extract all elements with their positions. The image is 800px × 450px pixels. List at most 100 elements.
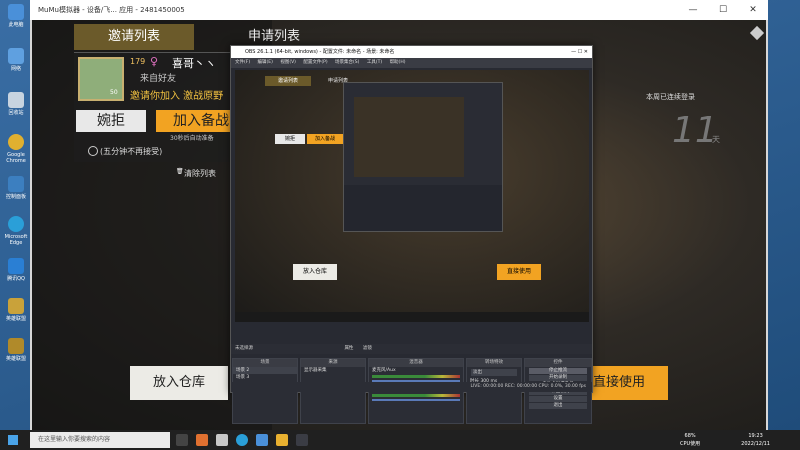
scenes-header: 场景 bbox=[233, 359, 297, 367]
control-panel-icon bbox=[8, 176, 24, 192]
no-accept-radio[interactable] bbox=[88, 146, 98, 156]
emulator-titlebar: MuMu模拟器 - 设备/飞... 应用 - 2481450005 — ☐ ✕ bbox=[30, 0, 768, 20]
maximize-button[interactable]: ☐ bbox=[708, 0, 738, 20]
preview-refuse: 婉拒 bbox=[275, 134, 305, 144]
clear-list-button[interactable]: 清除列表 bbox=[184, 168, 216, 179]
desktop-icon-label: 英雄联盟 bbox=[5, 356, 26, 362]
edge-icon[interactable] bbox=[236, 434, 248, 446]
menu-edit[interactable]: 编辑(E) bbox=[258, 60, 273, 65]
desktop-icon-chrome[interactable]: Google Chrome bbox=[2, 134, 30, 164]
preview-join: 加入备战 bbox=[307, 134, 343, 144]
streak-unit: 天 bbox=[712, 135, 720, 144]
mixer-header: 混音器 bbox=[369, 359, 463, 367]
put-warehouse-button[interactable]: 放入仓库 bbox=[130, 366, 228, 400]
invite-source: 来自好友 bbox=[140, 74, 177, 84]
obs-menubar: 文件(F) 编辑(E) 视图(V) 配置文件(P) 场景集合(S) 工具(T) … bbox=[231, 58, 592, 68]
desktop-icon-edge[interactable]: Microsoft Edge bbox=[2, 216, 30, 246]
desktop-icon-label: 此电脑 bbox=[8, 22, 24, 28]
taskbar-clock[interactable]: 19:23 2022/12/11 bbox=[741, 432, 770, 448]
app-icon[interactable] bbox=[196, 434, 208, 446]
app-icon[interactable] bbox=[216, 434, 228, 446]
mixer-track-name: 麦克风/Aux bbox=[372, 368, 396, 373]
file-explorer-icon[interactable] bbox=[276, 434, 288, 446]
desktop-icon-this-pc[interactable]: 此电脑 bbox=[2, 4, 30, 28]
stop-streaming-button[interactable]: 停止推流 bbox=[529, 368, 587, 374]
scene-item[interactable]: 场景 2 bbox=[233, 367, 297, 374]
cpu-value: 68% bbox=[684, 433, 696, 439]
chrome-icon bbox=[8, 134, 24, 150]
qq-icon bbox=[8, 258, 24, 274]
task-view-icon[interactable] bbox=[176, 434, 188, 446]
preview-nested-panels bbox=[344, 185, 502, 231]
preview-nested-capture bbox=[354, 97, 464, 177]
obs-window-controls[interactable]: — ☐ ✕ bbox=[571, 46, 588, 58]
source-filters-button[interactable]: 滤镜 bbox=[363, 346, 372, 351]
desktop-icon-recycle-bin[interactable]: 回收站 bbox=[2, 92, 30, 116]
menu-file[interactable]: 文件(F) bbox=[235, 60, 250, 65]
streak-number: 11 bbox=[672, 110, 718, 151]
auto-ready-countdown: 30秒后自动准备 bbox=[170, 135, 214, 142]
settings-button[interactable]: 设置 bbox=[529, 396, 587, 402]
preview-use-direct: 直接使用 bbox=[497, 264, 541, 280]
desktop-icon-label: 英雄联盟 bbox=[5, 316, 26, 322]
start-recording-button[interactable]: 开始录制 bbox=[529, 375, 587, 381]
chrome-icon[interactable] bbox=[256, 434, 268, 446]
transition-select[interactable]: 淡出 bbox=[471, 369, 517, 376]
player-rank: 179 bbox=[130, 57, 146, 66]
network-icon bbox=[8, 48, 24, 64]
obs-window: OBS 26.1.1 (64-bit, windows) - 配置文件: 未命名… bbox=[230, 45, 593, 424]
desktop-icon-control-panel[interactable]: 控制面板 bbox=[2, 176, 30, 200]
refuse-button[interactable]: 婉拒 bbox=[76, 110, 146, 132]
obs-source-toolbar: 未选择源 属性 滤镜 bbox=[231, 344, 592, 354]
settings-gear-icon[interactable] bbox=[749, 25, 765, 41]
obs-preview[interactable]: 邀请列表 申请列表 婉拒 加入备战 放入仓库 直接使用 bbox=[235, 70, 589, 322]
windows-start-icon[interactable] bbox=[8, 435, 18, 445]
sources-header: 来源 bbox=[301, 359, 365, 367]
game-icon bbox=[8, 298, 24, 314]
obs-icon[interactable] bbox=[296, 434, 308, 446]
trash-icon: 🗑 bbox=[176, 168, 184, 175]
desktop-icon-network[interactable]: 网络 bbox=[2, 48, 30, 72]
computer-icon bbox=[8, 4, 24, 20]
obs-titlebar: OBS 26.1.1 (64-bit, windows) - 配置文件: 未命名… bbox=[231, 46, 592, 58]
no-source-selected: 未选择源 bbox=[235, 346, 253, 351]
transitions-header: 转场特效 bbox=[467, 359, 521, 367]
menu-view[interactable]: 视图(V) bbox=[280, 60, 296, 65]
player-name: 喜哥丶ヽ bbox=[172, 57, 216, 70]
scene-item[interactable]: 场景 3 bbox=[233, 374, 297, 381]
recycle-bin-icon bbox=[8, 92, 24, 108]
preview-nested-obs bbox=[343, 82, 503, 232]
exit-button[interactable]: 退出 bbox=[529, 403, 587, 409]
desktop-icon-label: 控制面板 bbox=[5, 194, 26, 200]
preview-tab-invite: 邀请列表 bbox=[265, 76, 311, 86]
player-level-badge: 50 bbox=[110, 89, 118, 96]
game-icon bbox=[8, 338, 24, 354]
no-accept-label: (五分钟不再接受) bbox=[100, 147, 163, 156]
source-properties-button[interactable]: 属性 bbox=[344, 346, 353, 351]
desktop-icon-label: 腾讯QQ bbox=[7, 276, 25, 282]
cpu-label: CPU使用 bbox=[680, 441, 701, 447]
menu-tools[interactable]: 工具(T) bbox=[367, 60, 382, 65]
emulator-title: MuMu模拟器 - 设备/飞... 应用 - 2481450005 bbox=[38, 6, 185, 14]
desktop-icon-label: Microsoft Edge bbox=[4, 234, 28, 246]
menu-help[interactable]: 帮助(H) bbox=[390, 60, 406, 65]
desktop-icon-label: 网络 bbox=[10, 66, 21, 72]
desktop-icon-lol-2[interactable]: 英雄联盟 bbox=[2, 338, 30, 362]
desktop-icon-lol[interactable]: 英雄联盟 bbox=[2, 298, 30, 322]
desktop-icon-label: 回收站 bbox=[8, 110, 24, 116]
edge-icon bbox=[8, 216, 24, 232]
obs-title: OBS 26.1.1 (64-bit, windows) - 配置文件: 未命名… bbox=[245, 49, 395, 55]
taskbar: 在这里输入你要搜索的内容 68% CPU使用 19:23 2022/12/11 bbox=[0, 430, 800, 450]
source-item[interactable]: 显示器采集 bbox=[301, 367, 365, 374]
preview-put-warehouse: 放入仓库 bbox=[293, 264, 337, 280]
preview-taskbar bbox=[235, 312, 589, 322]
minimize-button[interactable]: — bbox=[678, 0, 708, 20]
menu-profile[interactable]: 配置文件(P) bbox=[303, 60, 327, 65]
controls-header: 控件 bbox=[525, 359, 591, 367]
menu-scene-collection[interactable]: 场景集合(S) bbox=[335, 60, 359, 65]
close-button[interactable]: ✕ bbox=[738, 0, 768, 20]
tab-invite-list[interactable]: 邀请列表 bbox=[74, 24, 194, 50]
taskbar-search-input[interactable]: 在这里输入你要搜索的内容 bbox=[30, 432, 170, 448]
volume-slider[interactable] bbox=[372, 399, 460, 401]
desktop-icon-qq[interactable]: 腾讯QQ bbox=[2, 258, 30, 282]
